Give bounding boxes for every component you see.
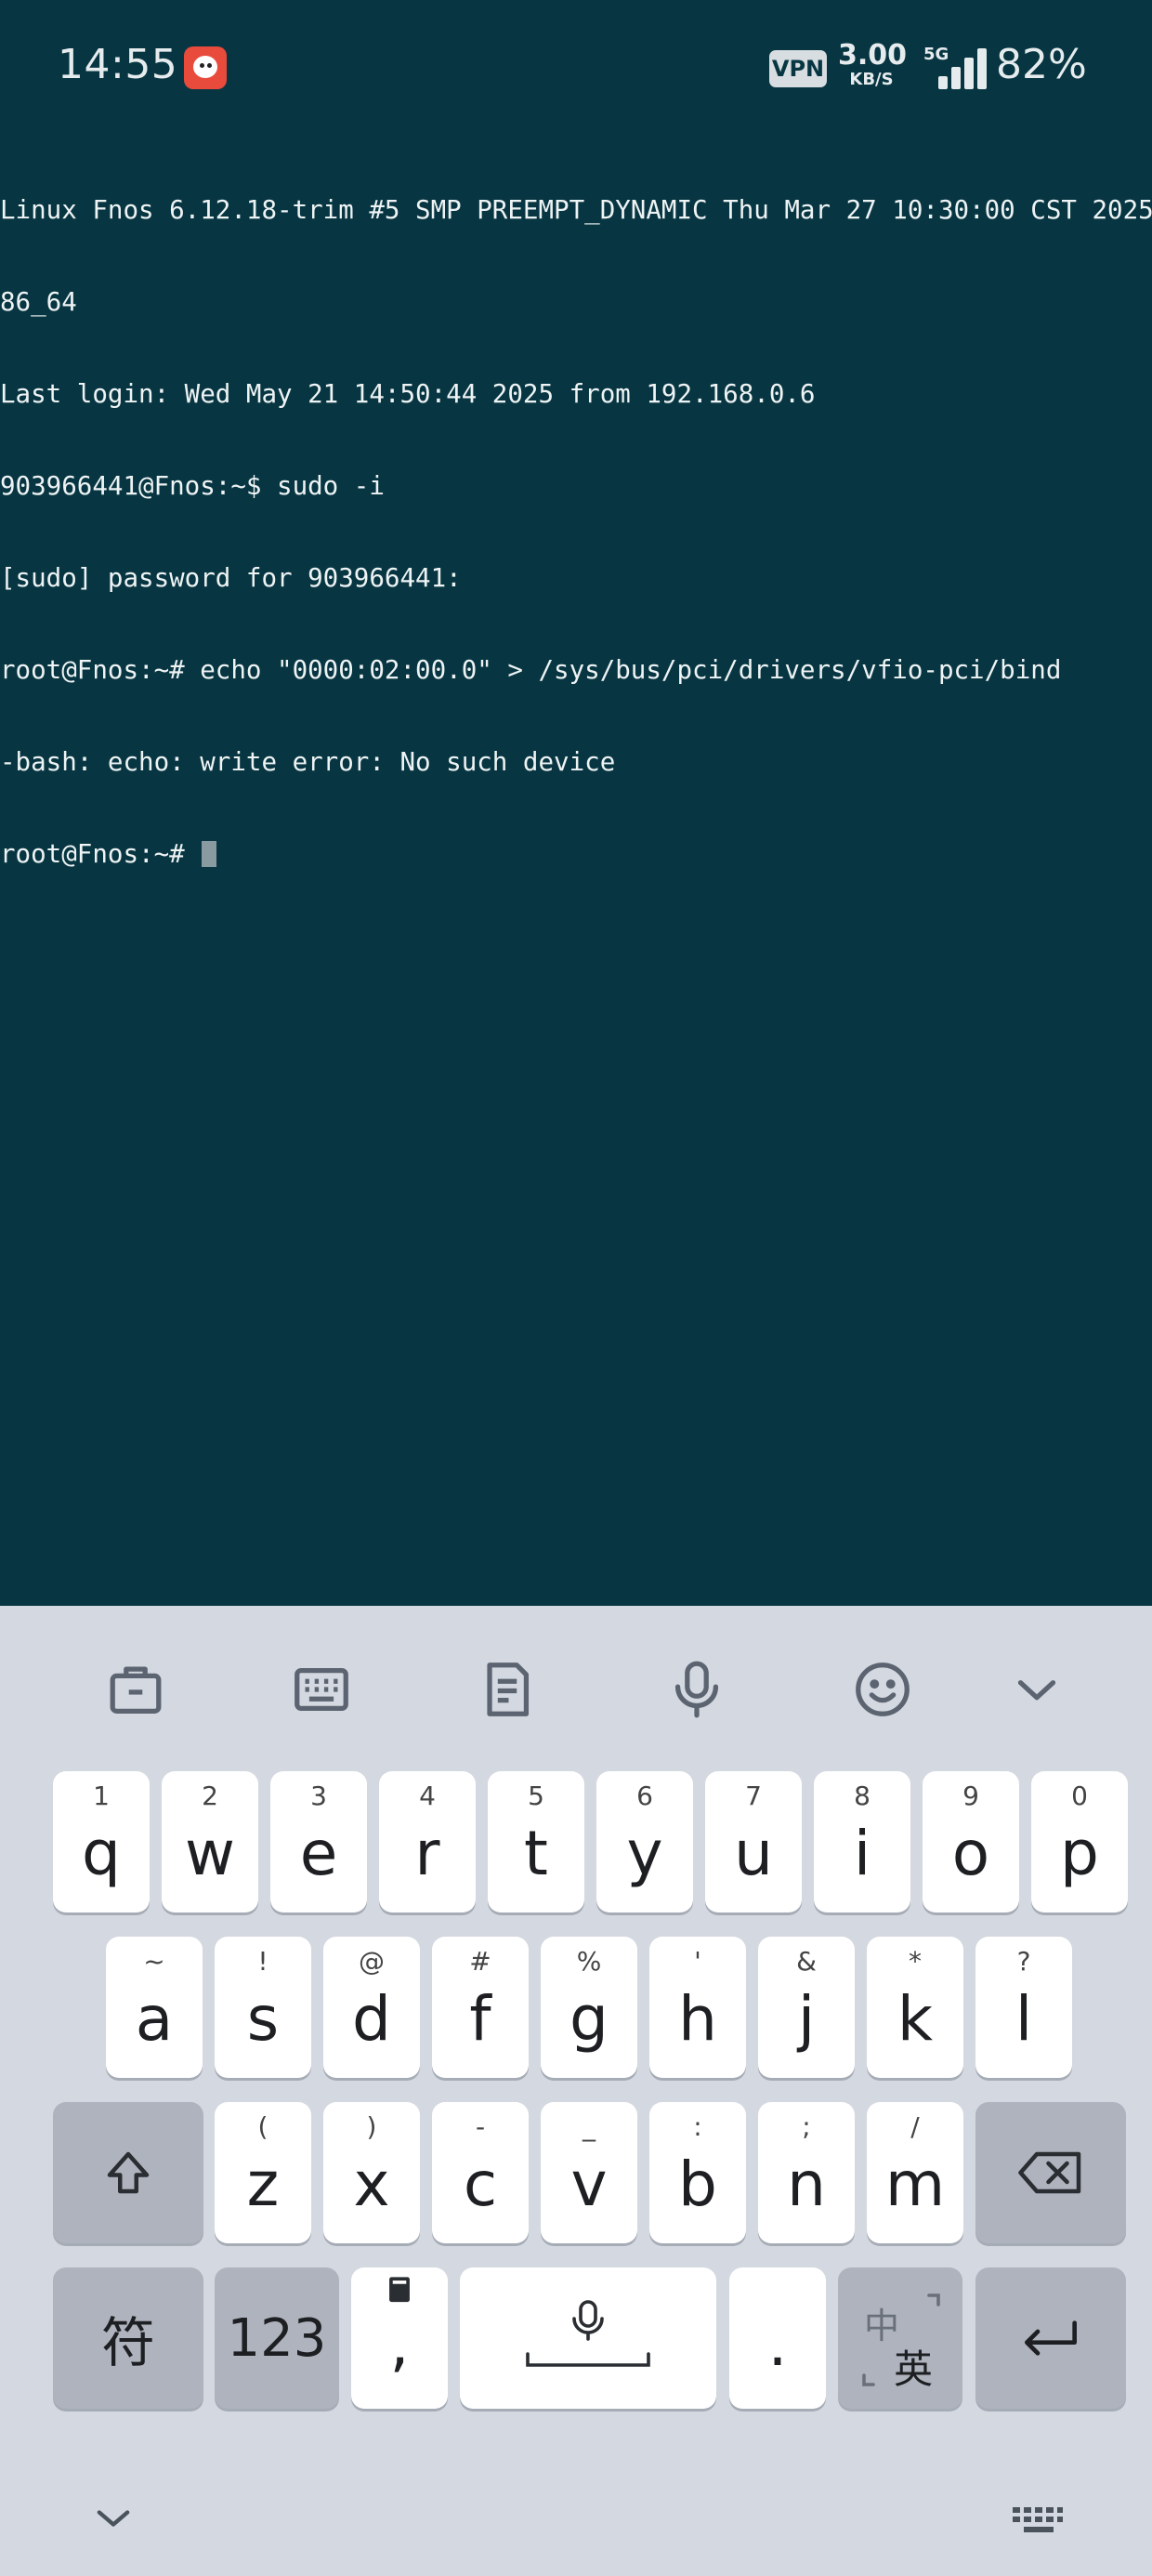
key-n[interactable]: ; n <box>758 2102 855 2243</box>
numbers-key[interactable]: 123 <box>215 2267 339 2409</box>
microphone-icon[interactable] <box>663 1656 730 1723</box>
network-speed-unit: KB/S <box>849 70 894 89</box>
vpn-badge: VPN <box>769 50 827 87</box>
backspace-icon <box>975 2102 1126 2243</box>
terminal-line: 86_64 <box>0 287 77 317</box>
signal-strength-icon <box>938 46 990 89</box>
battery-level: 82% <box>996 41 1087 88</box>
terminal-prompt: root@Fnos:~# <box>0 839 201 869</box>
hide-keyboard-chevron-icon[interactable] <box>89 2500 137 2541</box>
period-key[interactable]: . <box>729 2267 826 2409</box>
terminal-line: root@Fnos:~# echo "0000:02:00.0" > /sys/… <box>0 655 1062 685</box>
terminal-line: -bash: echo: write error: No such device <box>0 747 616 777</box>
keyboard-toolbar <box>0 1606 1152 1755</box>
key-c[interactable]: -c <box>432 2102 529 2243</box>
network-speed: 3.00 KB/S <box>838 39 908 89</box>
terminal-prompt-line[interactable]: root@Fnos:~# <box>0 839 1152 870</box>
key-x[interactable]: ) x <box>323 2102 420 2243</box>
key-j[interactable]: & j <box>758 1937 855 2078</box>
key-g[interactable]: % g <box>541 1937 637 2078</box>
key-a[interactable]: ~ a <box>106 1937 203 2078</box>
keyboard-switch-icon[interactable] <box>1011 2502 1065 2543</box>
key-o[interactable]: 9o <box>923 1771 1019 1912</box>
status-bar: 14:55 VPN 3.00 KB/S 5G 82% <box>0 0 1152 139</box>
key-h[interactable]: ' h <box>649 1937 746 2078</box>
shift-icon <box>53 2102 203 2243</box>
key-e[interactable]: 3e <box>270 1771 367 1912</box>
key-l[interactable]: ? l <box>975 1937 1072 2078</box>
language-switch-key[interactable]: 中 英 <box>838 2267 962 2409</box>
space-key[interactable] <box>460 2267 716 2409</box>
status-time: 14:55 <box>58 41 178 88</box>
enter-key[interactable] <box>975 2267 1126 2409</box>
comma-key[interactable]: , <box>351 2267 448 2409</box>
key-b[interactable]: :b <box>649 2102 746 2243</box>
key-p[interactable]: 0p <box>1031 1771 1128 1912</box>
key-k[interactable]: * k <box>867 1937 963 2078</box>
key-t[interactable]: 5t <box>488 1771 584 1912</box>
key-m[interactable]: / m <box>867 2102 963 2243</box>
chevron-down-icon[interactable] <box>1003 1656 1070 1723</box>
key-d[interactable]: @ d <box>323 1937 420 2078</box>
document-icon[interactable] <box>474 1656 541 1723</box>
keyboard-layout-icon[interactable] <box>288 1656 355 1723</box>
app-notification-icon <box>184 46 227 89</box>
enter-icon <box>975 2267 1126 2409</box>
terminal-line: Linux Fnos 6.12.18-trim #5 SMP PREEMPT_D… <box>0 195 1152 225</box>
key-w[interactable]: 2w <box>162 1771 258 1912</box>
backspace-key[interactable] <box>975 2102 1126 2243</box>
terminal-line: [sudo] password for 903966441: <box>0 563 462 593</box>
key-z[interactable]: (z <box>215 2102 311 2243</box>
language-switch-icon <box>857 2292 946 2392</box>
key-f[interactable]: # f <box>432 1937 529 2078</box>
key-s[interactable]: ! s <box>215 1937 311 2078</box>
space-mic-icon <box>460 2267 716 2409</box>
terminal-cursor <box>202 841 217 867</box>
shift-key[interactable] <box>53 2102 203 2243</box>
key-q[interactable]: 1q <box>53 1771 150 1912</box>
key-r[interactable]: 4r <box>379 1771 476 1912</box>
symbols-key[interactable]: 符 <box>53 2267 203 2409</box>
emoji-icon[interactable] <box>849 1656 916 1723</box>
terminal-line: 903966441@Fnos:~$ sudo -i <box>0 471 385 501</box>
terminal-output[interactable]: Linux Fnos 6.12.18-trim #5 SMP PREEMPT_D… <box>0 134 1152 900</box>
book-icon <box>351 2275 448 2313</box>
clipboard-icon[interactable] <box>102 1656 169 1723</box>
key-i[interactable]: 8i <box>814 1771 910 1912</box>
key-y[interactable]: 6y <box>596 1771 693 1912</box>
soft-keyboard: 1q 2w 3e 4r 5t 6y 7u 8i 9o 0p ~ a ! s @ d #… <box>0 1606 1152 2576</box>
key-u[interactable]: 7u <box>705 1771 802 1912</box>
key-v[interactable]: _ v <box>541 2102 637 2243</box>
network-speed-value: 3.00 <box>838 39 908 72</box>
terminal-line: Last login: Wed May 21 14:50:44 2025 fro… <box>0 379 816 409</box>
